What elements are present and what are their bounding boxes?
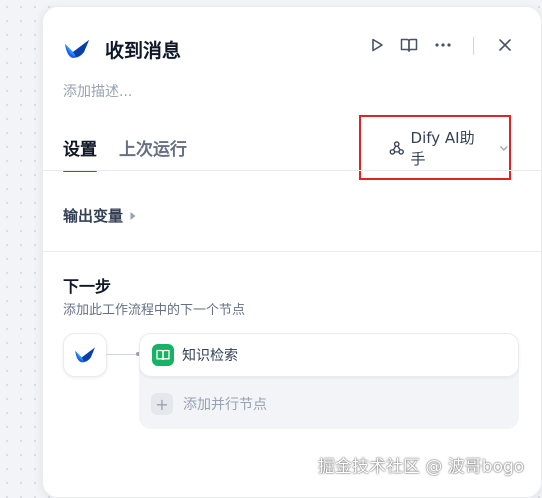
description-input[interactable]: 添加描述... <box>63 81 132 101</box>
next-node-knowledge-retrieval[interactable]: 知识检索 <box>139 333 519 377</box>
webhook-icon <box>389 140 404 155</box>
add-parallel-node-button[interactable]: + 添加并行节点 <box>151 393 267 415</box>
docs-button[interactable] <box>395 31 423 59</box>
run-node-button[interactable] <box>363 31 391 59</box>
close-icon <box>499 39 511 51</box>
chevron-down-icon <box>500 145 508 151</box>
output-variables-label: 输出变量 <box>63 207 124 225</box>
book-icon <box>152 344 174 366</box>
book-open-icon <box>400 38 418 52</box>
close-button[interactable] <box>491 31 519 59</box>
next-step-title: 下一步 <box>63 277 112 296</box>
section-divider <box>43 251 541 252</box>
header-divider <box>473 37 474 55</box>
node-config-panel: 收到消息 添加描述... 设置 上次运行 Dify AI助手 输出变量 下一步 … <box>42 6 542 498</box>
panel-tabs: 设置 上次运行 <box>63 135 187 172</box>
more-icon <box>435 43 451 47</box>
tab-last-run[interactable]: 上次运行 <box>119 135 187 172</box>
next-step-subtitle: 添加此工作流程中的下一个节点 <box>63 303 246 318</box>
plus-icon: + <box>151 393 173 415</box>
next-node-label: 知识检索 <box>182 348 238 364</box>
more-options-button[interactable] <box>429 31 457 59</box>
start-node-logo-icon <box>75 347 95 363</box>
watermark: 掘金技术社区 @ 波哥bogo <box>318 457 525 477</box>
next-nodes-container: 知识检索 + 添加并行节点 <box>139 333 519 429</box>
node-connector-line <box>106 354 138 355</box>
assistant-label: Dify AI助手 <box>410 128 475 168</box>
start-node-logo-icon <box>63 35 91 63</box>
output-variables-toggle[interactable]: 输出变量 <box>63 205 137 226</box>
current-node-icon <box>63 333 107 377</box>
play-icon <box>372 38 383 52</box>
caret-right-icon <box>130 211 136 220</box>
panel-header: 收到消息 <box>63 33 181 65</box>
tab-settings[interactable]: 设置 <box>63 135 97 172</box>
add-parallel-node-label: 添加并行节点 <box>183 397 267 413</box>
tabs-divider <box>43 170 541 171</box>
node-title[interactable]: 收到消息 <box>105 36 181 63</box>
